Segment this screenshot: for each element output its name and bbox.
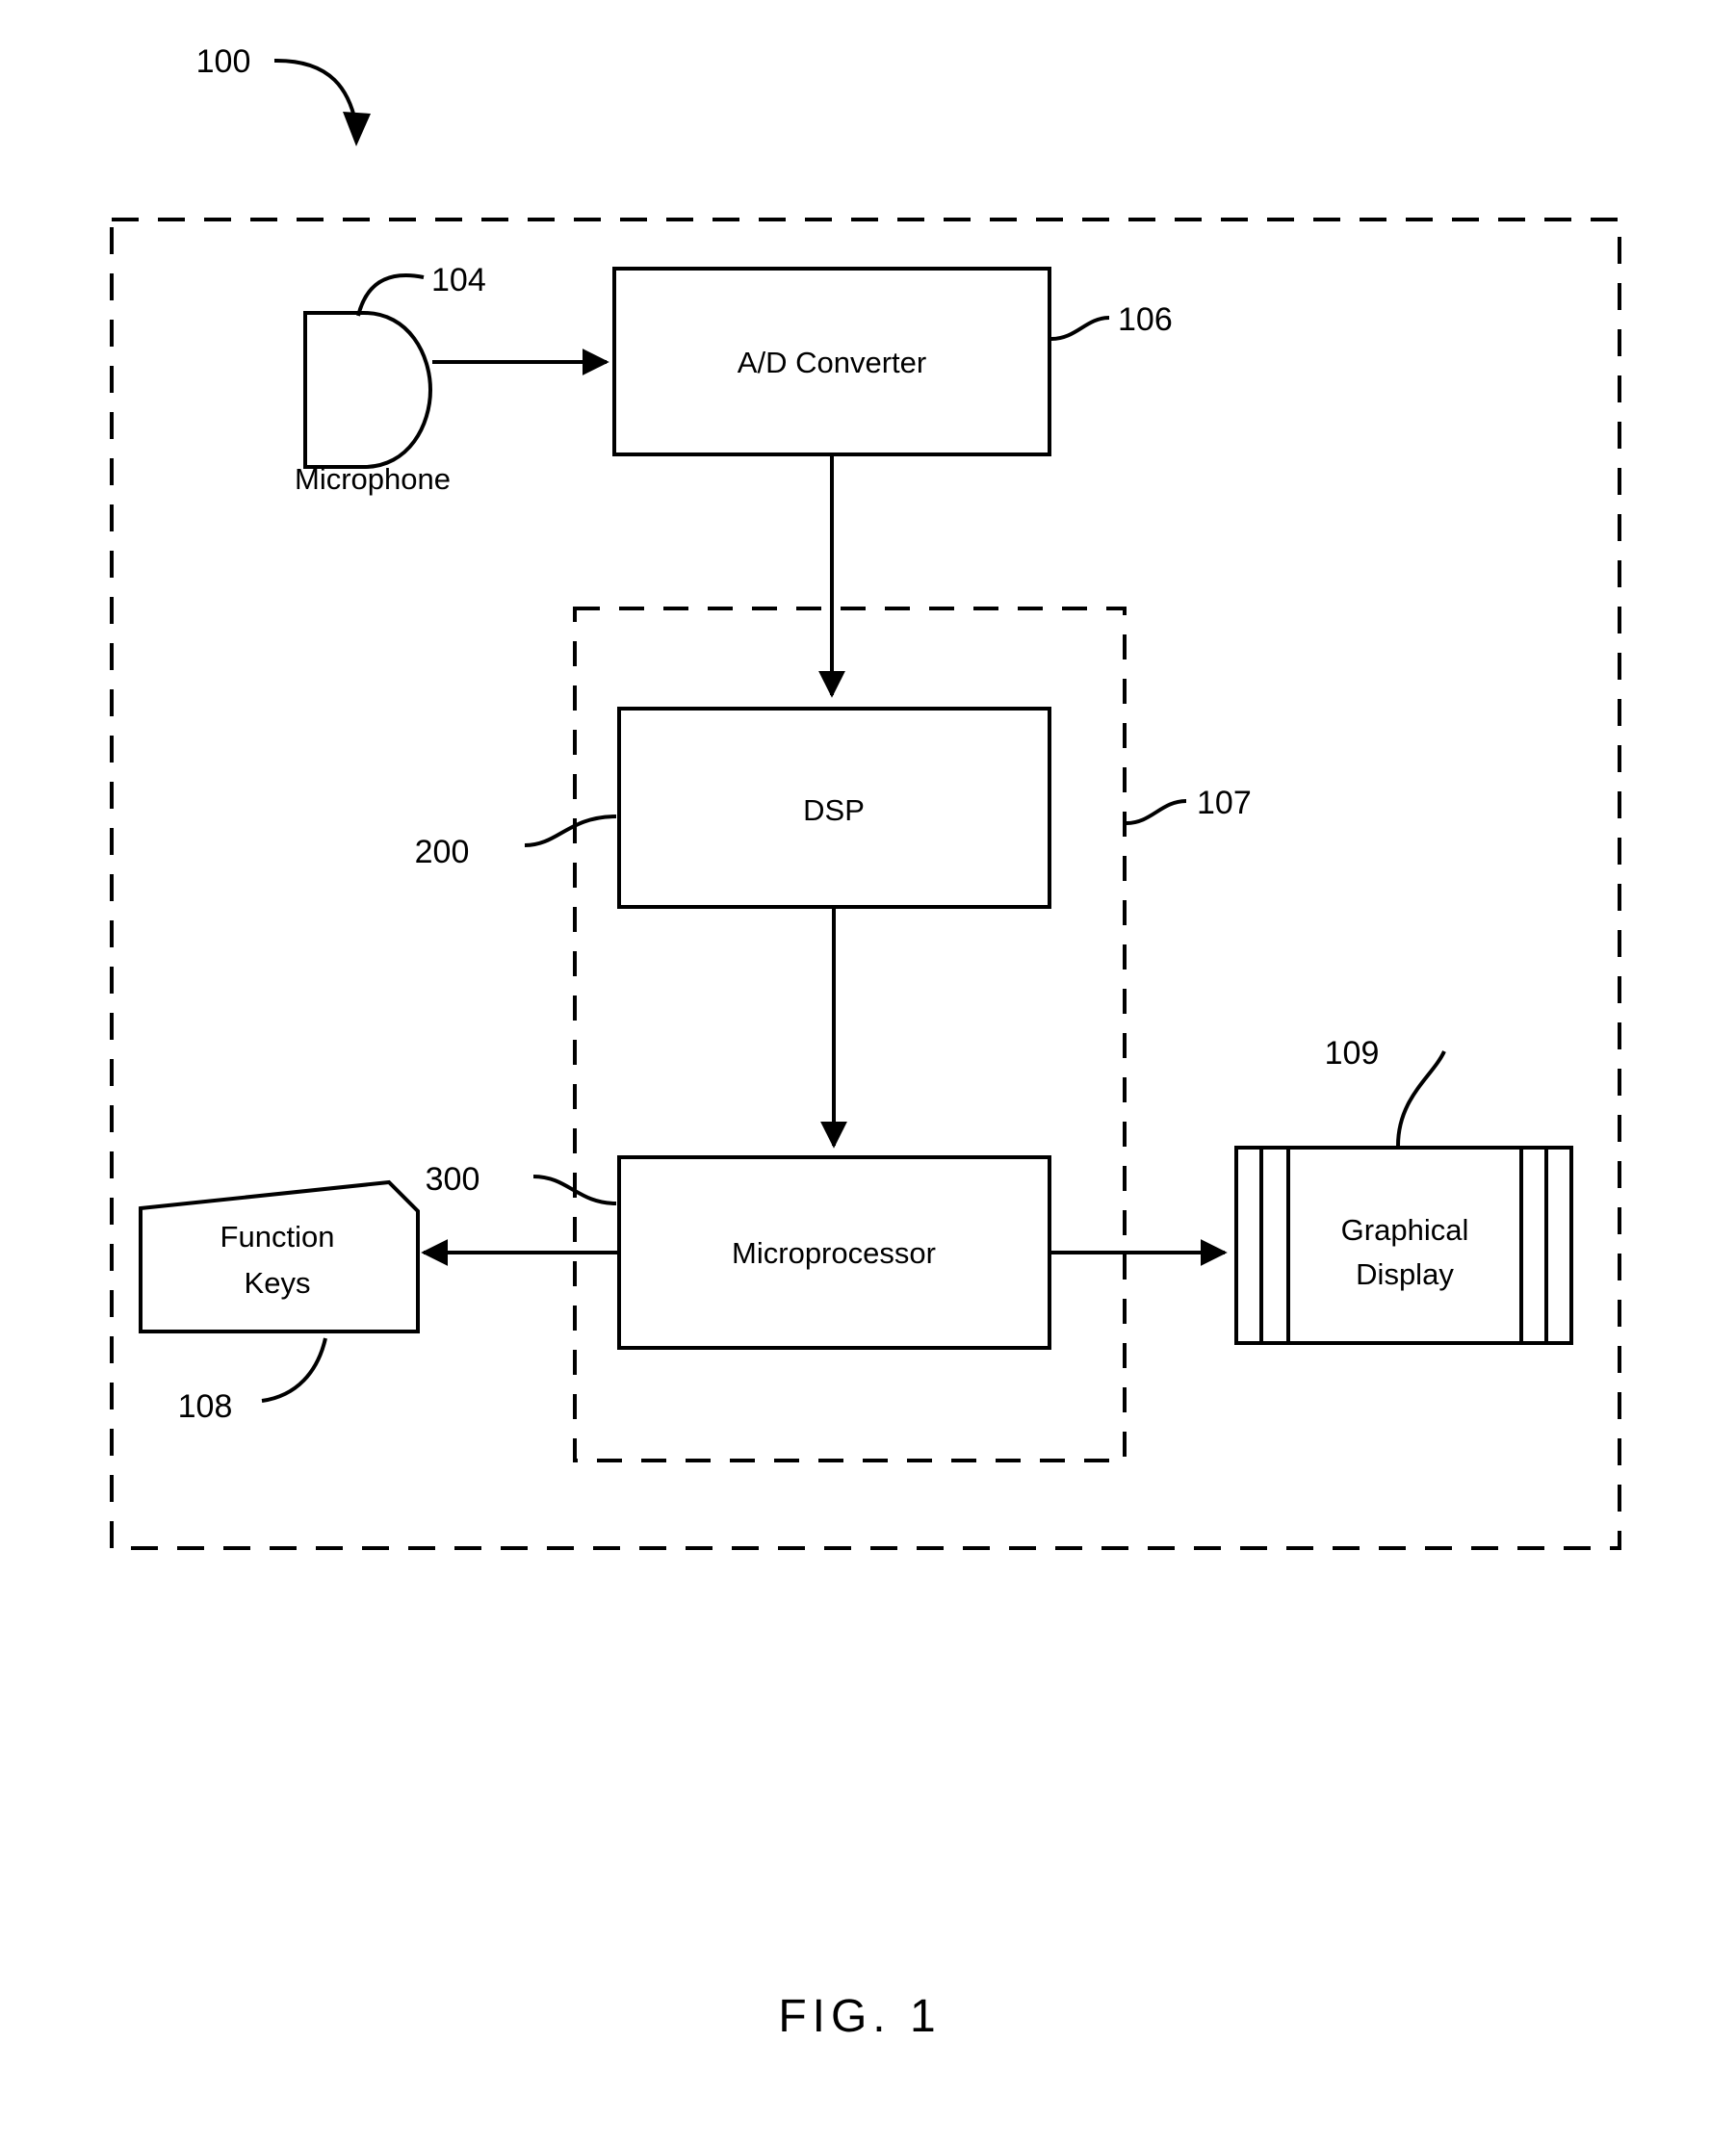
lead-line-106 bbox=[1050, 316, 1110, 341]
reference-104: 104 bbox=[431, 262, 486, 298]
dsp-label: DSP bbox=[803, 793, 865, 827]
lead-line-200 bbox=[524, 814, 617, 847]
lead-line-109 bbox=[1396, 1050, 1446, 1147]
reference-107: 107 bbox=[1197, 785, 1252, 821]
lead-line-107 bbox=[1126, 799, 1187, 825]
reference-100: 100 bbox=[196, 43, 251, 80]
patent-figure: 100 Microphone 104 A/D Converter 106 DSP… bbox=[0, 0, 1736, 2146]
microphone-label: Microphone bbox=[295, 462, 451, 496]
reference-106: 106 bbox=[1118, 301, 1173, 338]
reference-109: 109 bbox=[1325, 1035, 1380, 1072]
lead-line-104 bbox=[356, 273, 425, 317]
figure-caption: FIG. 1 bbox=[778, 1991, 941, 2042]
lead-line-100 bbox=[273, 58, 358, 126]
reference-300: 300 bbox=[426, 1161, 480, 1198]
reference-108: 108 bbox=[178, 1388, 233, 1425]
graphical-display-label-line2: Display bbox=[1356, 1257, 1454, 1291]
inner-enclosure bbox=[573, 607, 1127, 1462]
function-keys-label-line2: Keys bbox=[245, 1266, 311, 1300]
microphone-shape bbox=[303, 311, 433, 469]
ad-converter-label: A/D Converter bbox=[738, 346, 926, 379]
lead-line-108 bbox=[261, 1337, 327, 1403]
lead-arrowhead-100 bbox=[343, 112, 371, 146]
function-keys-shape bbox=[139, 1179, 420, 1333]
reference-200: 200 bbox=[415, 834, 470, 870]
function-keys-label-line1: Function bbox=[220, 1220, 335, 1254]
graphical-display-label-line1: Graphical bbox=[1341, 1213, 1469, 1247]
microprocessor-label: Microprocessor bbox=[732, 1236, 936, 1270]
